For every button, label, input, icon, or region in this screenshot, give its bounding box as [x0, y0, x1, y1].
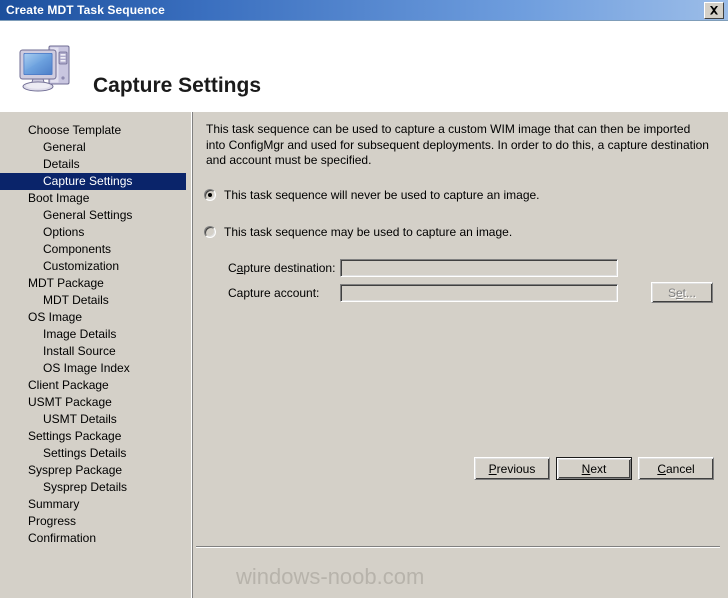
- sidebar-item-sysprep-details[interactable]: Sysprep Details: [0, 479, 192, 496]
- description-text: This task sequence can be used to captur…: [206, 122, 709, 167]
- radio-never-capture-indicator[interactable]: [204, 189, 216, 201]
- create-mdt-task-sequence-dialog: Create MDT Task Sequence Capture Setting…: [0, 0, 728, 598]
- sidebar-item-mdt-package[interactable]: MDT Package: [0, 275, 192, 292]
- footer-button-bar: Previous Next Cancel: [0, 447, 728, 480]
- radio-may-capture-label: This task sequence may be used to captur…: [224, 225, 513, 239]
- sidebar-item-boot-image[interactable]: Boot Image: [0, 190, 192, 207]
- sidebar-item-usmt-package[interactable]: USMT Package: [0, 394, 192, 411]
- cancel-button[interactable]: Cancel: [638, 457, 714, 480]
- window-title: Create MDT Task Sequence: [6, 3, 165, 17]
- header-band: Capture Settings: [0, 21, 728, 112]
- sidebar-item-settings-package[interactable]: Settings Package: [0, 428, 192, 445]
- sidebar-item-options[interactable]: Options: [0, 224, 192, 241]
- capture-destination-input[interactable]: [340, 258, 618, 277]
- capture-account-row: Capture account:: [228, 283, 618, 302]
- radio-may-capture[interactable]: This task sequence may be used to captur…: [204, 225, 512, 239]
- sidebar-item-choose-template[interactable]: Choose Template: [0, 122, 192, 139]
- sidebar-item-install-source[interactable]: Install Source: [0, 343, 192, 360]
- sidebar-item-progress[interactable]: Progress: [0, 513, 192, 530]
- next-button[interactable]: Next: [556, 457, 632, 480]
- footer-divider: [196, 546, 720, 548]
- watermark: windows-noob.com: [236, 564, 425, 589]
- sidebar-item-details[interactable]: Details: [0, 156, 192, 173]
- sidebar-divider: [192, 112, 194, 598]
- capture-destination-label: Capture destination:: [228, 260, 336, 275]
- radio-never-capture-label: This task sequence will never be used to…: [224, 188, 540, 202]
- capture-account-input[interactable]: [340, 283, 618, 302]
- title-bar: Create MDT Task Sequence: [0, 0, 728, 21]
- sidebar-item-confirmation[interactable]: Confirmation: [0, 530, 192, 547]
- sidebar-item-os-image-index[interactable]: OS Image Index: [0, 360, 192, 377]
- sidebar-item-general-settings[interactable]: General Settings: [0, 207, 192, 224]
- sidebar-item-usmt-details[interactable]: USMT Details: [0, 411, 192, 428]
- set-button[interactable]: Se t...: [651, 282, 713, 303]
- capture-destination-row: Capture destination:: [228, 258, 618, 277]
- sidebar-item-summary[interactable]: Summary: [0, 496, 192, 513]
- sidebar-item-capture-settings[interactable]: Capture Settings: [0, 173, 186, 190]
- sidebar-item-client-package[interactable]: Client Package: [0, 377, 192, 394]
- sidebar-item-mdt-details[interactable]: MDT Details: [0, 292, 192, 309]
- radio-may-capture-indicator[interactable]: [204, 226, 216, 238]
- sidebar-item-os-image[interactable]: OS Image: [0, 309, 192, 326]
- radio-never-capture[interactable]: This task sequence will never be used to…: [204, 188, 540, 202]
- close-icon: [709, 6, 719, 15]
- wizard-step-list: Choose Template General Details Capture Set…: [0, 112, 192, 598]
- dialog-body: Choose Template General Details Capture Set…: [0, 112, 728, 598]
- sidebar-item-customization[interactable]: Customization: [0, 258, 192, 275]
- computer-icon: [16, 38, 78, 96]
- sidebar-item-components[interactable]: Components: [0, 241, 192, 258]
- previous-button[interactable]: Previous: [474, 457, 550, 480]
- page-title: Capture Settings: [93, 74, 262, 97]
- sidebar-item-general[interactable]: General: [0, 139, 192, 156]
- content-panel: This task sequence can be used to captur…: [196, 112, 728, 598]
- sidebar-item-image-details[interactable]: Image Details: [0, 326, 192, 343]
- close-button[interactable]: [704, 2, 724, 19]
- capture-account-label: Capture account:: [228, 285, 320, 300]
